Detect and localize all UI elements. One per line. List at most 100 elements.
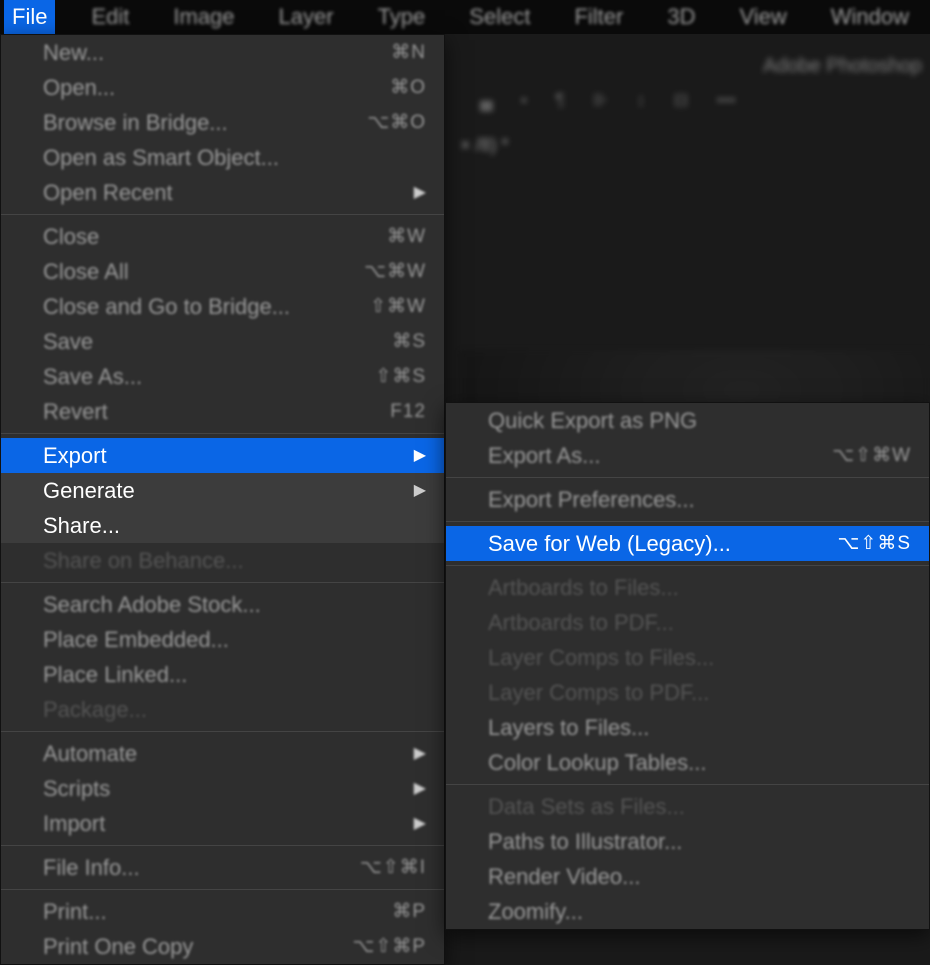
menu-item-save-for-web-legacy[interactable]: Save for Web (Legacy)...⌥⇧⌘S	[446, 526, 929, 561]
menu-item-place-linked[interactable]: Place Linked...	[1, 657, 444, 692]
menu-item-open-recent[interactable]: Open Recent ▶	[1, 175, 444, 210]
menu-item-close-and-go-to-bridge[interactable]: Close and Go to Bridge...⇧⌘W	[1, 289, 444, 324]
menu-separator	[446, 521, 929, 522]
menu-file[interactable]: File	[4, 0, 55, 34]
toolbar-icon[interactable]: ⊪	[593, 90, 609, 111]
menu-item-generate[interactable]: Generate▶	[1, 473, 444, 508]
menu-item-share[interactable]: Share...	[1, 508, 444, 543]
menu-item-label: Layers to Files...	[488, 713, 649, 742]
menu-item-label: Save for Web (Legacy)...	[488, 529, 731, 558]
toolbar-icon[interactable]: ↕	[637, 90, 646, 111]
menu-item-quick-export-as-png[interactable]: Quick Export as PNG	[446, 403, 929, 438]
menu-item-print-one-copy[interactable]: Print One Copy⌥⇧⌘P	[1, 929, 444, 964]
menu-item-label: Print...	[43, 897, 107, 926]
toolbar-icon[interactable]: •••	[717, 90, 736, 111]
menu-item-package: Package...	[1, 692, 444, 727]
menu-item-label: Close	[43, 222, 99, 251]
submenu-arrow-icon: ▶	[414, 476, 426, 505]
menu-item-scripts[interactable]: Scripts▶	[1, 771, 444, 806]
menu-item-shortcut: ⌘S	[326, 327, 426, 356]
menu-item-label: Zoomify...	[488, 897, 583, 926]
menu-item-label: Automate	[43, 739, 137, 768]
menu-item-browse-in-bridge[interactable]: Browse in Bridge...⌥⌘O	[1, 105, 444, 140]
menu-item-export[interactable]: Export ▶	[1, 438, 444, 473]
menu-item-zoomify[interactable]: Zoomify...	[446, 894, 929, 929]
menu-item-open[interactable]: Open...⌘O	[1, 70, 444, 105]
menu-filter[interactable]: Filter	[566, 0, 631, 34]
menu-separator	[1, 889, 444, 890]
options-bar: ▄ ▪ ¶ ⊪ ↕ ⊟ •••	[480, 90, 736, 111]
menu-item-shortcut: ⌘N	[326, 38, 426, 67]
menu-item-shortcut: ⌥⇧⌘W	[811, 441, 911, 470]
menu-item-label: Place Linked...	[43, 660, 187, 689]
menu-item-label: Data Sets as Files...	[488, 792, 685, 821]
menu-item-shortcut: ⌥⌘O	[326, 108, 426, 137]
toolbar-icon[interactable]: ⊟	[674, 90, 689, 111]
menu-item-import[interactable]: Import▶	[1, 806, 444, 841]
menu-item-new[interactable]: New... ⌘N	[1, 35, 444, 70]
menu-item-place-embedded[interactable]: Place Embedded...	[1, 622, 444, 657]
menu-item-label: Render Video...	[488, 862, 640, 891]
menu-separator	[1, 731, 444, 732]
menu-type[interactable]: Type	[370, 0, 434, 34]
menu-item-label: Export	[43, 441, 107, 470]
menu-item-label: File Info...	[43, 853, 140, 882]
menu-item-label: Save As...	[43, 362, 142, 391]
menu-layer[interactable]: Layer	[271, 0, 342, 34]
menu-edit[interactable]: Edit	[83, 0, 137, 34]
menu-3d[interactable]: 3D	[659, 0, 703, 34]
menu-item-shortcut: ⌥⇧⌘I	[326, 853, 426, 882]
menu-item-render-video[interactable]: Render Video...	[446, 859, 929, 894]
menu-item-data-sets-as-files: Data Sets as Files...	[446, 789, 929, 824]
menu-view[interactable]: View	[731, 0, 794, 34]
menu-window[interactable]: Window	[823, 0, 917, 34]
menu-item-export-preferences[interactable]: Export Preferences...	[446, 482, 929, 517]
menu-item-close[interactable]: Close ⌘W	[1, 219, 444, 254]
menubar: File Edit Image Layer Type Select Filter…	[0, 0, 930, 34]
menu-item-save-as[interactable]: Save As... ⇧⌘S	[1, 359, 444, 394]
menu-item-search-adobe-stock[interactable]: Search Adobe Stock...	[1, 587, 444, 622]
menu-item-color-lookup-tables[interactable]: Color Lookup Tables...	[446, 745, 929, 780]
app-title: Adobe Photoshop	[763, 55, 922, 78]
menu-select[interactable]: Select	[461, 0, 538, 34]
menu-item-layer-comps-to-pdf: Layer Comps to PDF...	[446, 675, 929, 710]
menu-item-paths-to-illustrator[interactable]: Paths to Illustrator...	[446, 824, 929, 859]
submenu-arrow-icon: ▶	[414, 774, 426, 803]
menu-item-layers-to-files[interactable]: Layers to Files...	[446, 710, 929, 745]
menu-item-label: Layer Comps to Files...	[488, 643, 714, 672]
menu-item-label: Artboards to Files...	[488, 573, 679, 602]
menu-item-automate[interactable]: Automate▶	[1, 736, 444, 771]
toolbar-icon[interactable]: ¶	[555, 90, 565, 111]
menu-item-label: Paths to Illustrator...	[488, 827, 682, 856]
menu-item-label: Color Lookup Tables...	[488, 748, 707, 777]
menu-item-label: Import	[43, 809, 105, 838]
menu-image[interactable]: Image	[165, 0, 242, 34]
submenu-arrow-icon: ▶	[414, 178, 426, 207]
menu-item-label: Share...	[43, 511, 120, 540]
menu-item-export-as[interactable]: Export As...⌥⇧⌘W	[446, 438, 929, 473]
toolbar-icon[interactable]: ▪	[521, 90, 527, 111]
menu-item-shortcut: ⌥⇧⌘P	[326, 932, 426, 961]
menu-item-label: Save	[43, 327, 93, 356]
menu-item-label: Open Recent	[43, 178, 173, 207]
menu-item-open-as-smart-object[interactable]: Open as Smart Object...	[1, 140, 444, 175]
menu-item-label: Revert	[43, 397, 108, 426]
toolbar-icon[interactable]: ▄	[480, 90, 493, 111]
menu-item-shortcut: ⇧⌘S	[326, 362, 426, 391]
menu-item-print[interactable]: Print...⌘P	[1, 894, 444, 929]
menu-item-revert[interactable]: Revert F12	[1, 394, 444, 429]
menu-item-close-all[interactable]: Close All⌥⌘W	[1, 254, 444, 289]
menu-item-file-info[interactable]: File Info... ⌥⇧⌘I	[1, 850, 444, 885]
menu-separator	[1, 214, 444, 215]
menu-item-shortcut: ⌥⌘W	[326, 257, 426, 286]
menu-separator	[1, 582, 444, 583]
submenu-arrow-icon: ▶	[414, 441, 426, 470]
document-tab[interactable]: × /8) *	[460, 135, 509, 156]
menu-item-shortcut: F12	[326, 397, 426, 426]
menu-item-label: Share on Behance...	[43, 546, 244, 575]
menu-item-label: New...	[43, 38, 104, 67]
menu-item-shortcut: ⇧⌘W	[326, 292, 426, 321]
menu-item-shortcut: ⌘W	[326, 222, 426, 251]
menu-item-save[interactable]: Save ⌘S	[1, 324, 444, 359]
menu-separator	[1, 433, 444, 434]
